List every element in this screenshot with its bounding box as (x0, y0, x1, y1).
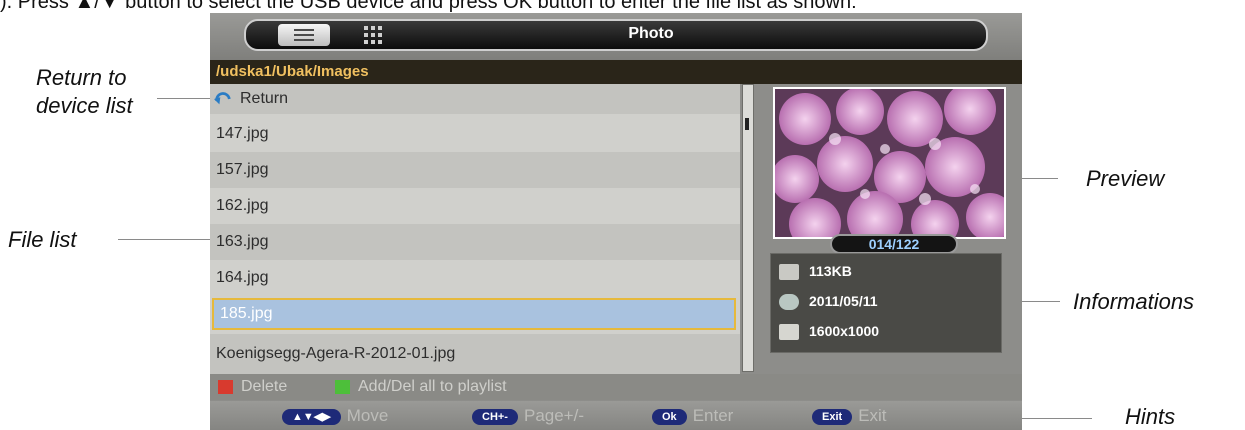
callout-return-line2: device list (36, 93, 133, 118)
red-hint[interactable]: Delete (218, 374, 287, 400)
callout-return-line1: Return to (36, 65, 127, 90)
file-date: 2011/05/11 (809, 293, 878, 309)
return-row[interactable]: Return (210, 84, 740, 114)
list-item[interactable]: 162.jpg (210, 188, 740, 224)
page-hint[interactable]: CH+- Page+/- (472, 401, 584, 430)
resolution-icon (779, 324, 799, 341)
callout-return-leader (157, 98, 217, 99)
green-hint[interactable]: Add/Del all to playlist (335, 374, 507, 400)
file-list: Return 147.jpg 157.jpg 162.jpg 163.jpg 1… (210, 84, 740, 374)
callout-hints: Hints (1125, 404, 1176, 429)
date-icon (779, 294, 799, 311)
current-path: /udska1/Ubak/Images (216, 63, 369, 80)
list-item[interactable]: 164.jpg (210, 260, 740, 296)
info-panel: 113KB 2011/05/11 1600x1000 (770, 253, 1002, 353)
grid-view-icon[interactable] (364, 26, 382, 44)
list-view-icon[interactable] (278, 24, 330, 46)
scrollbar[interactable] (742, 84, 754, 372)
exit-label: Exit (858, 406, 887, 425)
ok-key-icon: Ok (652, 408, 687, 425)
nav-hints-bar: ▲▼◀▶ Move CH+- Page+/- Ok Enter Exit Exit (210, 401, 1022, 430)
color-key-hints: Delete Add/Del all to playlist (210, 374, 1022, 400)
top-bar: Photo (210, 13, 1022, 60)
file-size-icon (779, 264, 799, 281)
callout-preview: Preview (1086, 166, 1165, 191)
image-counter: 014/122 (830, 234, 958, 254)
red-hint-label: Delete (241, 378, 288, 395)
ch-key-icon: CH+- (472, 408, 518, 425)
callout-file-list: File list (8, 227, 77, 252)
ok-label: Enter (692, 406, 734, 425)
move-hint[interactable]: ▲▼◀▶ Move (282, 401, 388, 430)
list-item[interactable]: 147.jpg (210, 116, 740, 152)
move-label: Move (346, 406, 389, 425)
return-arrow-icon (214, 92, 231, 105)
arrow-keys-icon: ▲▼◀▶ (282, 408, 341, 425)
return-label: Return (240, 90, 289, 107)
callout-informations: Informations (1073, 289, 1195, 314)
ok-hint[interactable]: Ok Enter (652, 401, 733, 430)
callout-hints-leader (1022, 418, 1092, 419)
list-item[interactable]: Koenigsegg-Agera-R-2012-01.jpg (210, 334, 740, 374)
exit-hint[interactable]: Exit Exit (812, 401, 887, 430)
preview-image (775, 89, 1004, 237)
green-key-icon (335, 379, 350, 394)
file-size: 113KB (809, 263, 852, 279)
photo-preview (773, 87, 1006, 239)
file-resolution: 1600x1000 (809, 323, 880, 339)
info-resolution-row: 1600x1000 (779, 320, 879, 342)
info-size-row: 113KB (779, 260, 852, 282)
page-label: Page+/- (523, 406, 584, 425)
intro-sentence: ). Press ▲/▼ button to select the USB de… (0, 0, 857, 13)
scrollbar-thumb[interactable] (745, 118, 749, 130)
title-pill: Photo (244, 19, 988, 51)
path-bar: /udska1/Ubak/Images (210, 60, 1022, 84)
photo-browser-screen: Photo /udska1/Ubak/Images Return 147.jpg… (210, 13, 1022, 430)
screen-title: Photo (628, 25, 674, 42)
list-item[interactable]: 163.jpg (210, 224, 740, 260)
red-key-icon (218, 379, 233, 394)
info-date-row: 2011/05/11 (779, 290, 878, 312)
exit-key-icon: Exit (812, 408, 853, 425)
list-item[interactable]: 157.jpg (210, 152, 740, 188)
list-item-selected[interactable]: 185.jpg (212, 298, 736, 330)
green-hint-label: Add/Del all to playlist (358, 378, 507, 395)
